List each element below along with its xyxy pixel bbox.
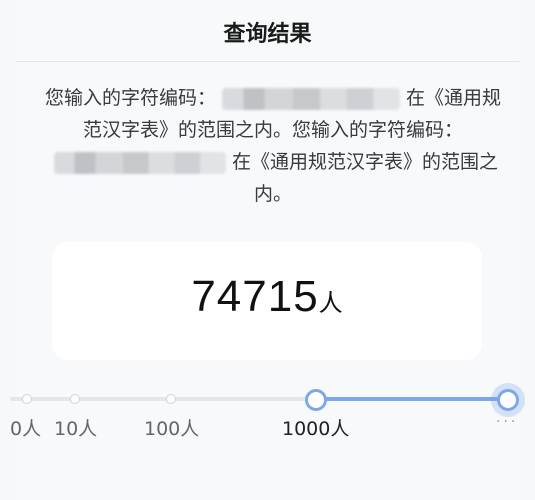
count-unit: 人 bbox=[318, 289, 343, 317]
tick-0: 0人 bbox=[10, 418, 42, 440]
more-icon[interactable]: ··· bbox=[496, 414, 518, 430]
count-value: 74715 bbox=[191, 272, 319, 321]
desc-part-3: 在《通用规范汉字表》的范围之内。 bbox=[231, 151, 498, 205]
scale-fill bbox=[316, 397, 508, 401]
tick-100: 100人 bbox=[144, 418, 200, 440]
scale-dot-0[interactable] bbox=[22, 394, 32, 404]
title-divider bbox=[16, 61, 519, 62]
scale-dot-10[interactable] bbox=[70, 394, 80, 404]
desc-part-1: 您输入的字符编码： bbox=[44, 87, 216, 109]
scale-knob-end[interactable] bbox=[497, 389, 519, 411]
tick-1000: 1000人 bbox=[282, 418, 350, 440]
scale-knob-1000[interactable] bbox=[305, 389, 327, 411]
result-description: 您输入的字符编码： 在《通用规范汉字表》的范围之内。您输入的字符编码：在《通用规范… bbox=[40, 82, 506, 210]
page-title: 查询结果 bbox=[223, 22, 312, 47]
count-display: 74715人 bbox=[52, 272, 482, 322]
redacted-code-2 bbox=[53, 151, 226, 174]
redacted-code-1 bbox=[222, 87, 400, 110]
scale-dot-100[interactable] bbox=[166, 394, 176, 404]
tick-10: 10人 bbox=[54, 418, 98, 440]
count-panel: 74715人 bbox=[52, 242, 482, 360]
